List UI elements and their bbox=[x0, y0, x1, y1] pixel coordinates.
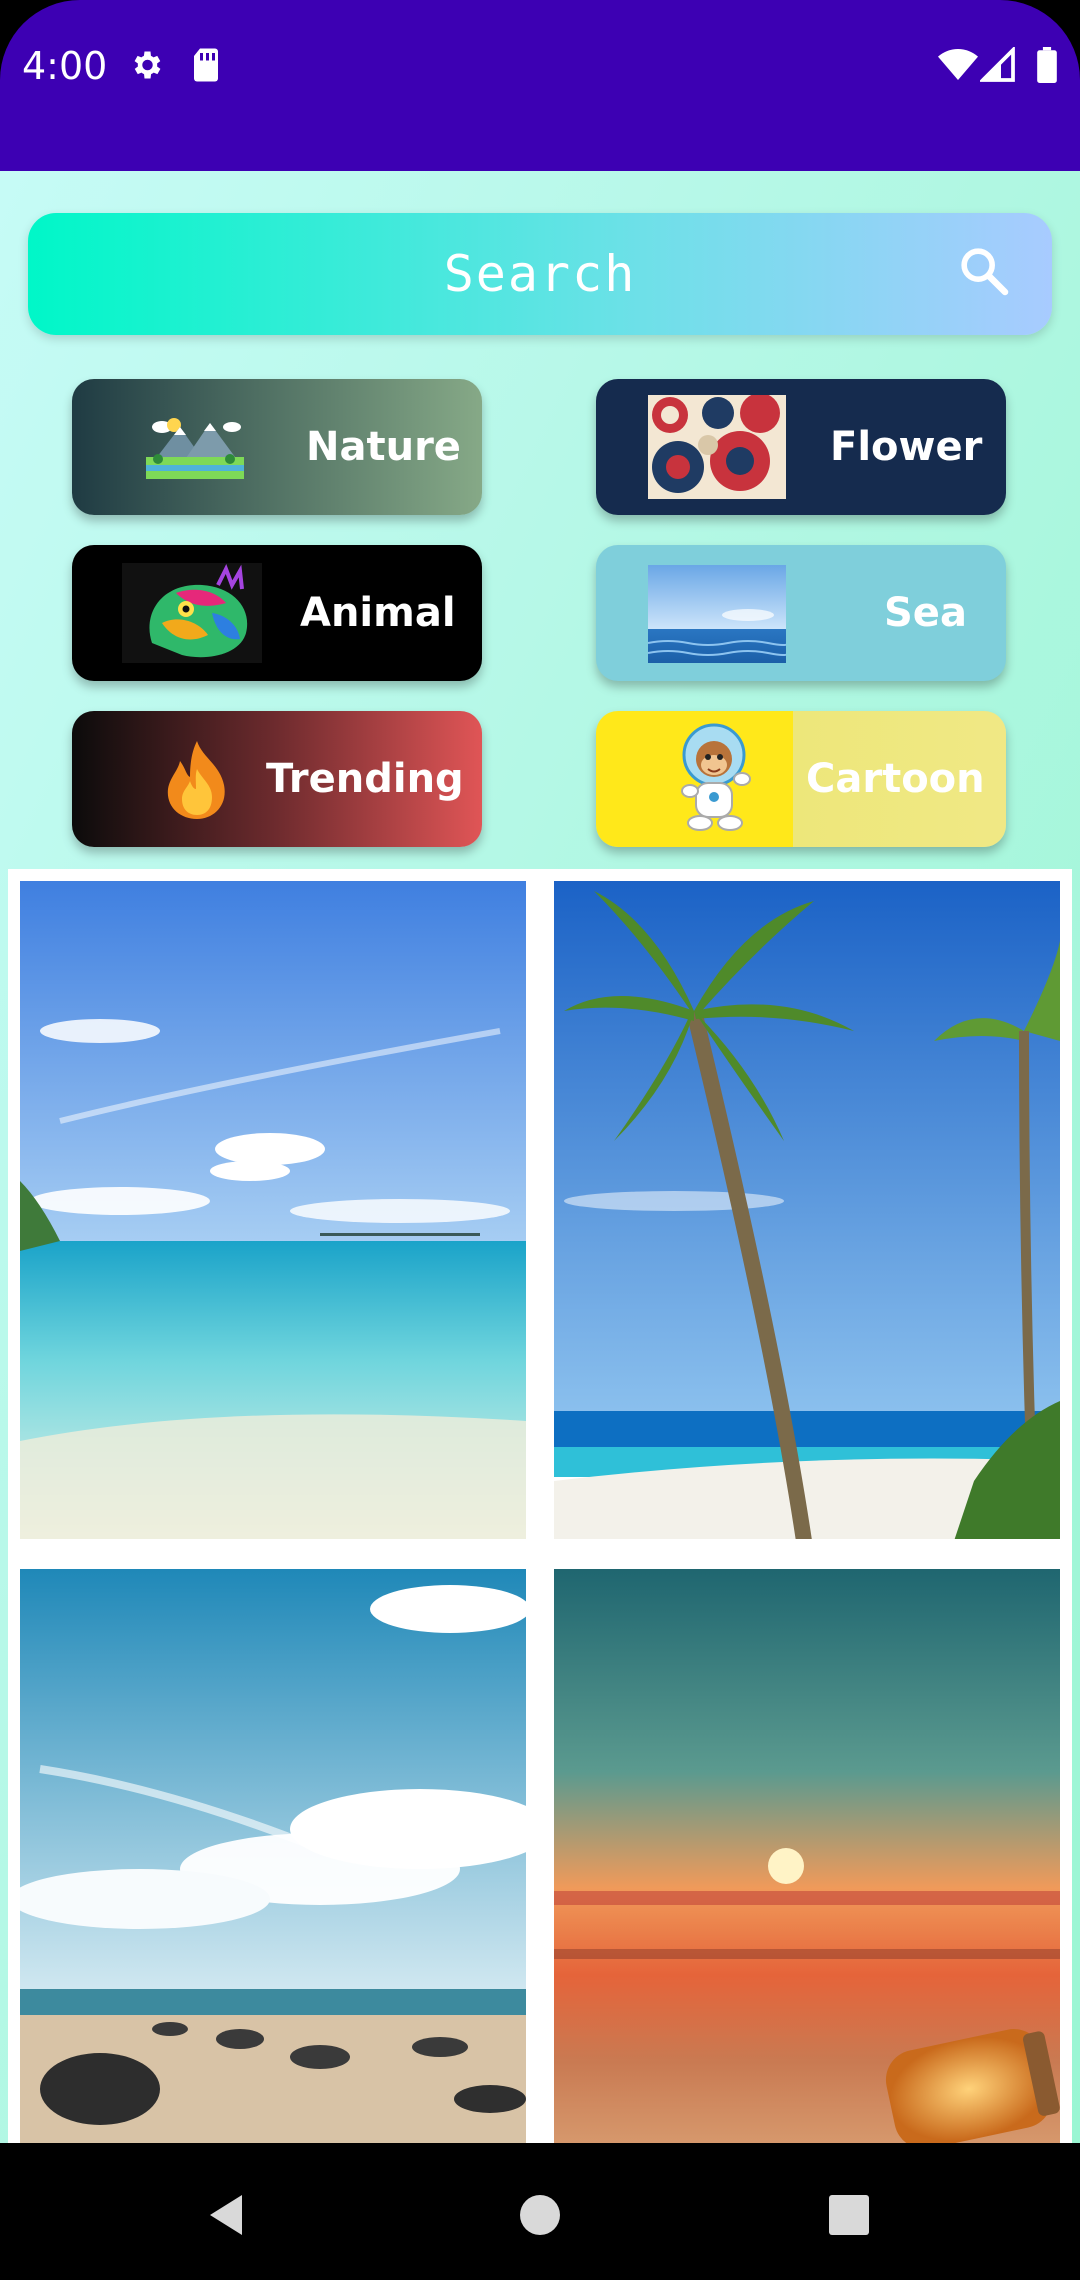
category-flower-label: Flower bbox=[830, 424, 983, 470]
sd-card-icon bbox=[194, 48, 218, 82]
search-bar[interactable]: Search bbox=[28, 213, 1052, 335]
photo-grid bbox=[8, 869, 1072, 2143]
photo-sunset-jar[interactable] bbox=[554, 1569, 1060, 2143]
battery-icon bbox=[1037, 47, 1057, 83]
category-animal-label: Animal bbox=[300, 590, 456, 636]
back-icon[interactable] bbox=[206, 2193, 246, 2237]
category-cartoon-button[interactable]: Cartoon bbox=[596, 711, 1006, 847]
category-cartoon-label: Cartoon bbox=[806, 756, 985, 802]
photo-palm-tree[interactable] bbox=[554, 881, 1060, 1539]
settings-icon bbox=[134, 51, 161, 79]
category-animal-button[interactable]: Animal bbox=[72, 545, 482, 681]
main-content: Search Nature Flower Animal Sea Trending… bbox=[0, 171, 1080, 2143]
category-trending-button[interactable]: Trending bbox=[72, 711, 482, 847]
palm-photo-image bbox=[554, 881, 1060, 1539]
photo-rocky-beach[interactable] bbox=[20, 1569, 526, 2143]
iguana-icon bbox=[122, 563, 262, 663]
wifi-icon bbox=[938, 49, 978, 80]
clock: 4:00 bbox=[22, 44, 108, 88]
status-bar: 4:00 bbox=[0, 0, 1080, 171]
sea-horizon-icon bbox=[648, 565, 786, 663]
recents-icon[interactable] bbox=[829, 2195, 869, 2235]
category-trending-label: Trending bbox=[266, 756, 464, 802]
category-nature-button[interactable]: Nature bbox=[72, 379, 482, 515]
search-placeholder: Search bbox=[443, 245, 637, 303]
astronaut-monkey-icon bbox=[681, 723, 751, 831]
rocky-beach-photo-image bbox=[20, 1569, 526, 2143]
category-sea-button[interactable]: Sea bbox=[596, 545, 1006, 681]
category-flower-button[interactable]: Flower bbox=[596, 379, 1006, 515]
category-nature-label: Nature bbox=[306, 424, 461, 470]
photo-beach-clear-water[interactable] bbox=[20, 881, 526, 1539]
navigation-bar bbox=[0, 2143, 1080, 2280]
landscape-icon bbox=[146, 418, 244, 479]
search-icon[interactable] bbox=[956, 243, 1012, 299]
category-sea-label: Sea bbox=[884, 590, 967, 636]
fire-icon bbox=[167, 741, 225, 819]
sunset-photo-image bbox=[554, 1569, 1060, 2143]
cell-signal-icon bbox=[980, 47, 1015, 82]
beach-photo-image bbox=[20, 881, 526, 1539]
home-icon[interactable] bbox=[519, 2194, 561, 2236]
flower-pattern-icon bbox=[648, 395, 786, 499]
screen: 4:00 Search Nature Flower Animal Sea Tre… bbox=[0, 0, 1080, 2280]
